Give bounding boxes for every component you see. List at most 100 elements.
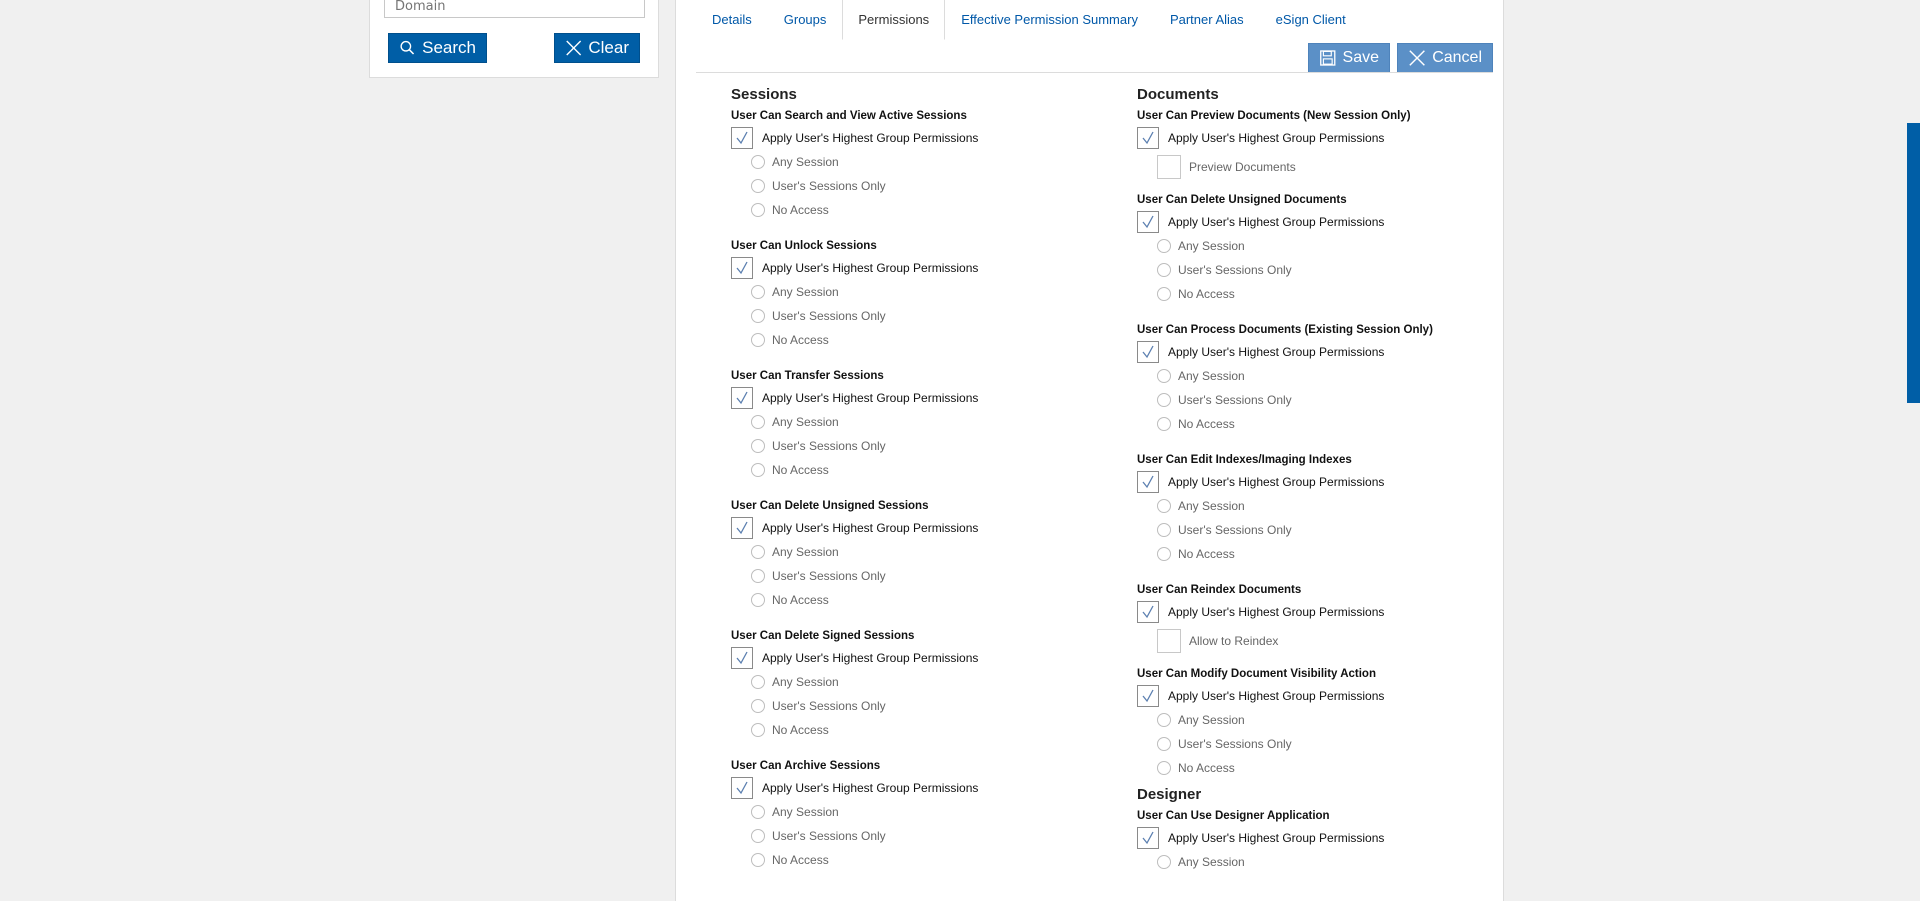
search-button[interactable]: Search bbox=[388, 33, 487, 63]
users-sessions-only-label: User's Sessions Only bbox=[1178, 263, 1292, 277]
sessions-column: Sessions User Can Search and View Active… bbox=[731, 84, 1111, 886]
domain-input[interactable] bbox=[384, 0, 645, 18]
sessions-title: Sessions bbox=[731, 86, 797, 103]
permission-title: User Can Search and View Active Sessions bbox=[731, 110, 967, 122]
apply-highest-permissions-checkbox[interactable] bbox=[1137, 341, 1159, 363]
tab-partner-alias[interactable]: Partner Alias bbox=[1154, 0, 1260, 40]
tab-permissions[interactable]: Permissions bbox=[842, 0, 946, 40]
permission-group-delete-unsigned-documents: User Can Delete Unsigned Documents Apply… bbox=[1137, 190, 1517, 306]
any-session-radio[interactable] bbox=[1157, 369, 1171, 383]
option-no-access: No Access bbox=[731, 848, 1111, 872]
permission-group-session: User Can Archive Sessions Apply User's H… bbox=[731, 756, 1111, 872]
apply-highest-permissions-checkbox[interactable] bbox=[731, 777, 753, 799]
tab-details[interactable]: Details bbox=[696, 0, 768, 40]
no-access-radio[interactable] bbox=[751, 593, 765, 607]
users-sessions-only-label: User's Sessions Only bbox=[772, 309, 886, 323]
checkmark-icon bbox=[736, 781, 748, 795]
apply-highest-permissions-checkbox[interactable] bbox=[731, 517, 753, 539]
users-sessions-only-label: User's Sessions Only bbox=[772, 699, 886, 713]
no-access-radio[interactable] bbox=[751, 723, 765, 737]
any-session-radio[interactable] bbox=[1157, 239, 1171, 253]
any-session-label: Any Session bbox=[772, 415, 839, 429]
no-access-radio[interactable] bbox=[751, 333, 765, 347]
any-session-radio[interactable] bbox=[1157, 855, 1171, 869]
tab-effective-permission-summary[interactable]: Effective Permission Summary bbox=[945, 0, 1154, 40]
floppy-disk-icon bbox=[1320, 50, 1336, 66]
apply-highest-permissions-checkbox[interactable] bbox=[731, 127, 753, 149]
scrollbar-thumb[interactable] bbox=[1907, 123, 1920, 403]
any-session-radio[interactable] bbox=[751, 545, 765, 559]
tab-esign-client[interactable]: eSign Client bbox=[1260, 0, 1362, 40]
cancel-button[interactable]: Cancel bbox=[1397, 43, 1493, 73]
checkmark-icon bbox=[736, 131, 748, 145]
apply-highest-permissions-checkbox[interactable] bbox=[1137, 127, 1159, 149]
no-access-radio[interactable] bbox=[751, 463, 765, 477]
any-session-radio[interactable] bbox=[751, 675, 765, 689]
users-sessions-only-radio[interactable] bbox=[751, 829, 765, 843]
permission-group-session: User Can Delete Unsigned Sessions Apply … bbox=[731, 496, 1111, 612]
apply-highest-permissions-checkbox[interactable] bbox=[1137, 601, 1159, 623]
clear-button-label: Clear bbox=[588, 38, 629, 57]
tab-groups[interactable]: Groups bbox=[768, 0, 843, 40]
close-icon bbox=[566, 40, 582, 56]
apply-highest-permissions-label: Apply User's Highest Group Permissions bbox=[762, 261, 979, 275]
allow-reindex-checkbox[interactable] bbox=[1157, 629, 1181, 653]
permission-group-designer-application: User Can Use Designer Application Apply … bbox=[1137, 806, 1517, 874]
any-session-label: Any Session bbox=[1178, 499, 1245, 513]
no-access-radio[interactable] bbox=[751, 203, 765, 217]
no-access-radio[interactable] bbox=[1157, 761, 1171, 775]
any-session-label: Any Session bbox=[1178, 239, 1245, 253]
no-access-label: No Access bbox=[1178, 547, 1235, 561]
no-access-radio[interactable] bbox=[751, 853, 765, 867]
users-sessions-only-radio[interactable] bbox=[1157, 263, 1171, 277]
clear-button[interactable]: Clear bbox=[554, 33, 640, 63]
users-sessions-only-radio[interactable] bbox=[751, 439, 765, 453]
apply-highest-permissions-label: Apply User's Highest Group Permissions bbox=[1168, 475, 1385, 489]
no-access-label: No Access bbox=[772, 463, 829, 477]
apply-highest-permissions-checkbox[interactable] bbox=[731, 257, 753, 279]
designer-title: Designer bbox=[1137, 786, 1202, 803]
apply-highest-permissions-checkbox[interactable] bbox=[731, 387, 753, 409]
users-sessions-only-radio[interactable] bbox=[1157, 393, 1171, 407]
permission-title: User Can Transfer Sessions bbox=[731, 370, 884, 382]
any-session-radio[interactable] bbox=[751, 415, 765, 429]
option-any-session: Any Session bbox=[731, 150, 1111, 174]
save-button[interactable]: Save bbox=[1308, 43, 1390, 73]
any-session-radio[interactable] bbox=[1157, 499, 1171, 513]
apply-highest-permissions-label: Apply User's Highest Group Permissions bbox=[762, 521, 979, 535]
no-access-radio[interactable] bbox=[1157, 417, 1171, 431]
option-any-session: Any Session bbox=[1137, 850, 1517, 874]
permission-group-session: User Can Search and View Active Sessions… bbox=[731, 106, 1111, 222]
apply-highest-permissions-checkbox[interactable] bbox=[1137, 827, 1159, 849]
users-sessions-only-label: User's Sessions Only bbox=[772, 829, 886, 843]
apply-highest-permissions-checkbox[interactable] bbox=[1137, 211, 1159, 233]
option-users-sessions-only: User's Sessions Only bbox=[1137, 732, 1517, 756]
apply-highest-permissions-checkbox[interactable] bbox=[1137, 471, 1159, 493]
option-any-session: Any Session bbox=[731, 410, 1111, 434]
users-sessions-only-label: User's Sessions Only bbox=[1178, 523, 1292, 537]
users-sessions-only-radio[interactable] bbox=[751, 569, 765, 583]
users-sessions-only-radio[interactable] bbox=[751, 309, 765, 323]
permission-group-preview-documents: User Can Preview Documents (New Session … bbox=[1137, 106, 1517, 184]
permission-title: User Can Modify Document Visibility Acti… bbox=[1137, 668, 1376, 680]
checkmark-icon bbox=[736, 391, 748, 405]
permission-group-session: User Can Delete Signed Sessions Apply Us… bbox=[731, 626, 1111, 742]
users-sessions-only-radio[interactable] bbox=[1157, 523, 1171, 537]
permission-title: User Can Archive Sessions bbox=[731, 760, 881, 772]
users-sessions-only-radio[interactable] bbox=[751, 699, 765, 713]
users-sessions-only-radio[interactable] bbox=[751, 179, 765, 193]
option-no-access: No Access bbox=[731, 718, 1111, 742]
any-session-radio[interactable] bbox=[751, 285, 765, 299]
close-icon bbox=[1409, 50, 1425, 66]
preview-documents-label: Preview Documents bbox=[1189, 160, 1296, 174]
any-session-radio[interactable] bbox=[751, 805, 765, 819]
any-session-radio[interactable] bbox=[1157, 713, 1171, 727]
users-sessions-only-radio[interactable] bbox=[1157, 737, 1171, 751]
preview-documents-checkbox[interactable] bbox=[1157, 155, 1181, 179]
permission-title: User Can Process Documents (Existing Ses… bbox=[1137, 324, 1433, 336]
apply-highest-permissions-checkbox[interactable] bbox=[731, 647, 753, 669]
apply-highest-permissions-checkbox[interactable] bbox=[1137, 685, 1159, 707]
any-session-radio[interactable] bbox=[751, 155, 765, 169]
no-access-radio[interactable] bbox=[1157, 547, 1171, 561]
no-access-radio[interactable] bbox=[1157, 287, 1171, 301]
